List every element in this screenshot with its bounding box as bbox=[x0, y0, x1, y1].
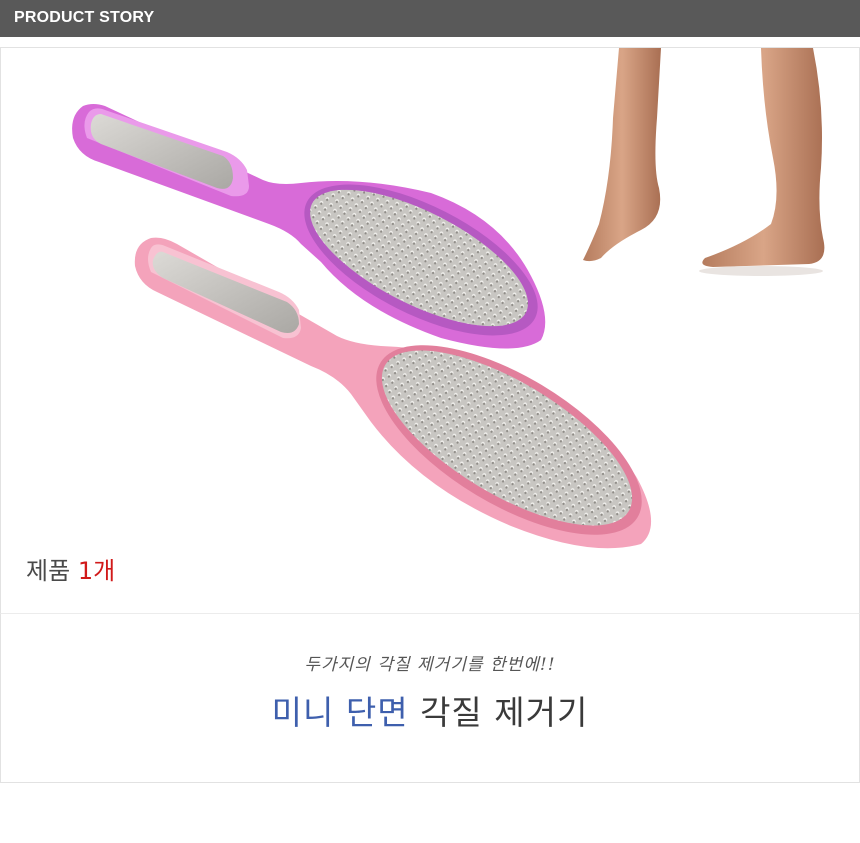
caption-subtitle: 두가지의 각질 제거기를 한번에!! bbox=[304, 655, 556, 675]
quantity-count: 1개 bbox=[77, 557, 116, 585]
quantity-text: 제품 bbox=[26, 557, 71, 585]
product-photo bbox=[0, 47, 860, 614]
legs-image bbox=[583, 48, 825, 276]
header-title: PRODUCT STORY bbox=[14, 9, 155, 26]
caption-title-rest: 각질 제거기 bbox=[420, 693, 589, 732]
caption-title-accent: 미니 단면 bbox=[271, 693, 409, 732]
product-illustration bbox=[72, 48, 825, 549]
quantity-label: 제품 1개 bbox=[26, 551, 115, 586]
header-bar: PRODUCT STORY bbox=[0, 0, 860, 37]
caption-title: 미니 단면 각질 제거기 bbox=[0, 686, 860, 734]
